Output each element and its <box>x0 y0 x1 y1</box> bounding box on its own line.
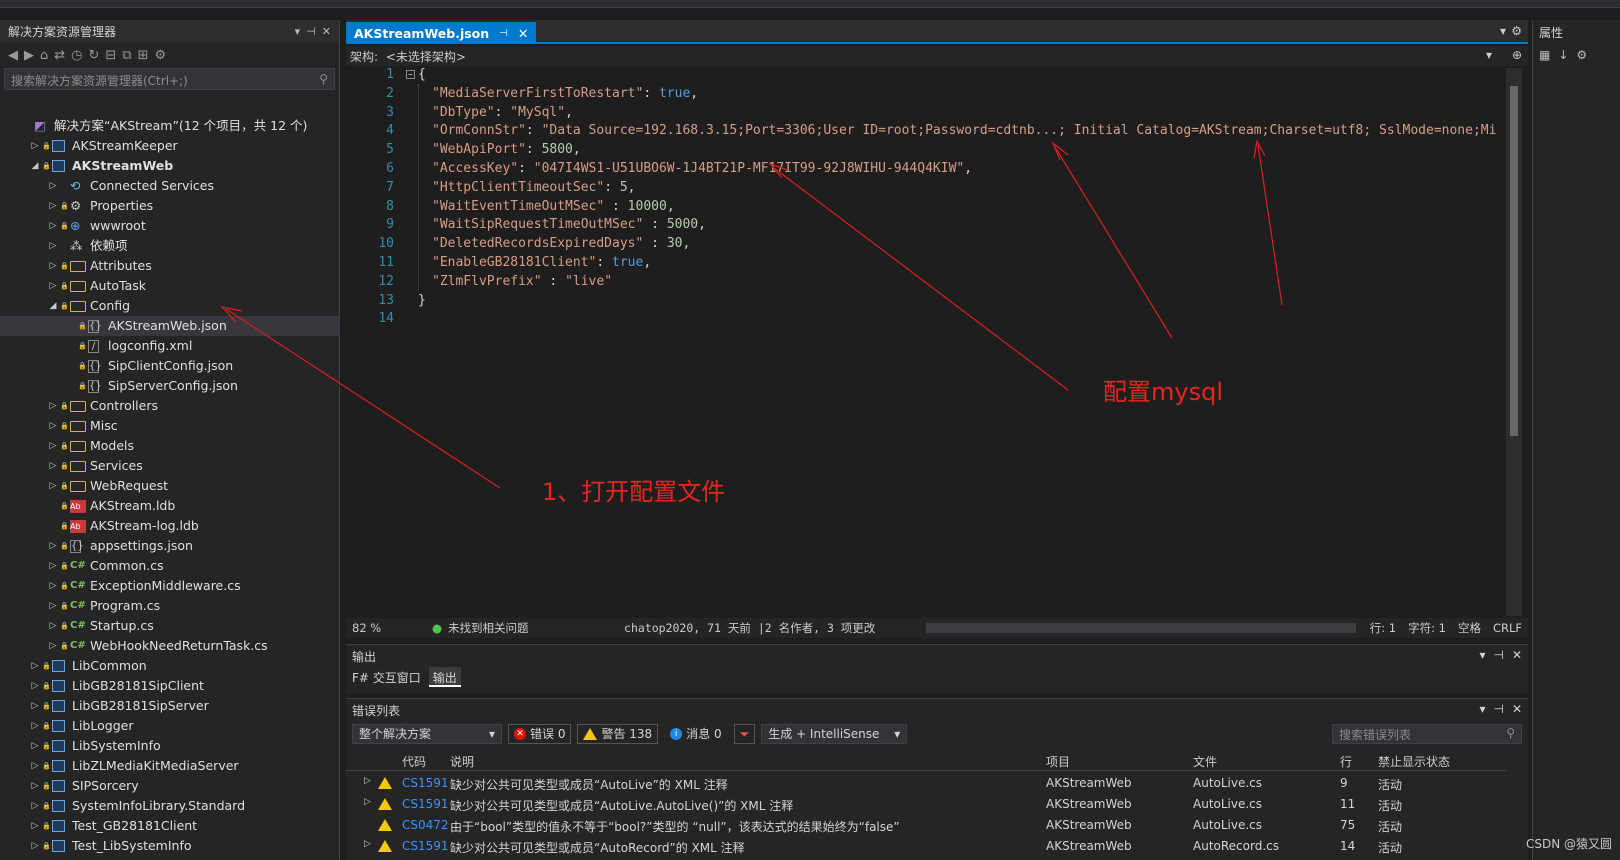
arrow-to-json-file <box>225 308 501 489</box>
arrow-to-conn-string-1 <box>773 167 1069 391</box>
arrow-to-conn-string-3 <box>1257 144 1283 306</box>
arrowhead <box>220 306 243 323</box>
arrow-to-conn-string-2 <box>1054 146 1173 339</box>
annotation-open-config: 1、打开配置文件 <box>542 478 726 506</box>
annotation-arrows <box>220 139 1283 489</box>
arrowhead <box>1051 141 1069 161</box>
watermark: CSDN @猿又圆 <box>1525 837 1612 851</box>
annotation-config-mysql: 配置mysql <box>1103 378 1223 406</box>
